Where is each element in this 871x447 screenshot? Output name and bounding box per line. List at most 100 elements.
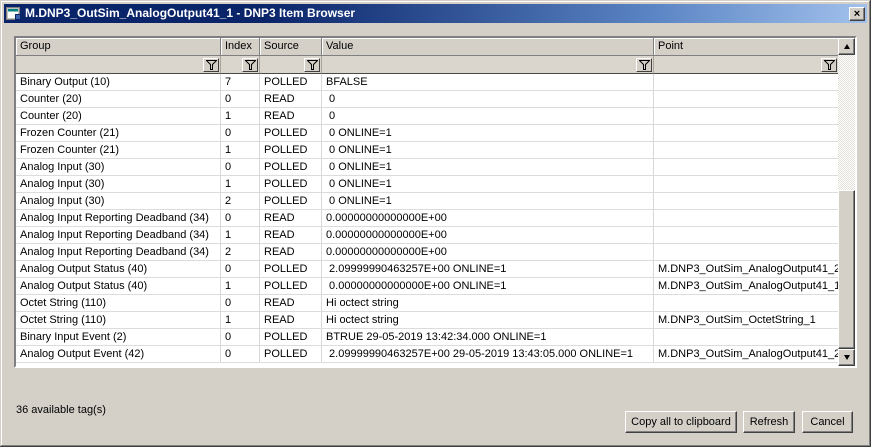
filter-button-group[interactable]: [203, 58, 219, 72]
filter-button-index[interactable]: [242, 58, 258, 72]
column-header-point[interactable]: Point: [654, 38, 838, 56]
dnp3-item-browser-dialog: M.DNP3_OutSim_AnalogOutput41_1 - DNP3 It…: [0, 0, 871, 447]
cell-source: POLLED: [260, 176, 322, 192]
cell-group: Frozen Counter (21): [16, 125, 221, 141]
table-row[interactable]: Frozen Counter (21) 0 POLLED 0 ONLINE=1: [16, 125, 838, 142]
cell-index: 1: [221, 227, 260, 243]
cell-value: 0 ONLINE=1: [322, 159, 654, 175]
cell-group: Counter (20): [16, 91, 221, 107]
funnel-icon: [307, 60, 318, 70]
filter-cell-group[interactable]: [16, 56, 221, 74]
column-header-group[interactable]: Group: [16, 38, 221, 56]
cell-value: Hi octect string: [322, 312, 654, 328]
funnel-icon: [206, 60, 217, 70]
filter-button-source[interactable]: [304, 58, 320, 72]
cell-source: READ: [260, 227, 322, 243]
vertical-scrollbar[interactable]: [838, 38, 855, 366]
filter-cell-point[interactable]: [654, 56, 838, 74]
table-header-row: Group Index Source Value Point: [16, 38, 838, 56]
table-row[interactable]: Analog Input (30) 0 POLLED 0 ONLINE=1: [16, 159, 838, 176]
filter-button-point[interactable]: [821, 58, 837, 72]
cell-source: POLLED: [260, 329, 322, 345]
table-row[interactable]: Octet String (110) 1 READ Hi octect stri…: [16, 312, 838, 329]
available-tags-status: 36 available tag(s): [16, 404, 106, 416]
cell-group: Analog Output Status (40): [16, 261, 221, 277]
cell-point: [654, 142, 838, 158]
scroll-up-button[interactable]: [838, 38, 855, 55]
table-row[interactable]: Analog Input (30) 2 POLLED 0 ONLINE=1: [16, 193, 838, 210]
table-body: Binary Output (10) 7 POLLED BFALSE Count…: [16, 74, 838, 366]
table-row[interactable]: Analog Output Status (40) 1 POLLED 0.000…: [16, 278, 838, 295]
triangle-up-icon: [844, 44, 850, 49]
cell-value: 0: [322, 108, 654, 124]
cell-group: Counter (20): [16, 108, 221, 124]
cell-group: Analog Output Status (40): [16, 278, 221, 294]
table-row[interactable]: Binary Input Event (2) 0 POLLED BTRUE 29…: [16, 329, 838, 346]
cell-index: 0: [221, 159, 260, 175]
application-window-icon: [6, 6, 22, 22]
cell-point: [654, 193, 838, 209]
cell-value: BTRUE 29-05-2019 13:42:34.000 ONLINE=1: [322, 329, 654, 345]
table-row[interactable]: Binary Output (10) 7 POLLED BFALSE: [16, 74, 838, 91]
filter-cell-index[interactable]: [221, 56, 260, 74]
cell-point: [654, 91, 838, 107]
table-row[interactable]: Frozen Counter (21) 1 POLLED 0 ONLINE=1: [16, 142, 838, 159]
cell-source: READ: [260, 244, 322, 260]
cell-source: POLLED: [260, 74, 322, 90]
cell-point: [654, 227, 838, 243]
scroll-down-button[interactable]: [838, 349, 855, 366]
cell-point: [654, 329, 838, 345]
column-header-value[interactable]: Value: [322, 38, 654, 56]
cell-index: 0: [221, 91, 260, 107]
cell-source: POLLED: [260, 142, 322, 158]
table-row[interactable]: Counter (20) 0 READ 0: [16, 91, 838, 108]
refresh-button[interactable]: Refresh: [743, 411, 795, 433]
table-row[interactable]: Analog Input (30) 1 POLLED 0 ONLINE=1: [16, 176, 838, 193]
cell-source: READ: [260, 210, 322, 226]
cell-source: POLLED: [260, 261, 322, 277]
cell-source: POLLED: [260, 278, 322, 294]
cell-group: Analog Input (30): [16, 193, 221, 209]
close-button[interactable]: ×: [849, 7, 865, 21]
cell-index: 1: [221, 108, 260, 124]
item-table: Group Index Source Value Point: [14, 36, 857, 368]
table-row[interactable]: Analog Input Reporting Deadband (34) 1 R…: [16, 227, 838, 244]
cell-source: READ: [260, 312, 322, 328]
cancel-button[interactable]: Cancel: [802, 411, 853, 433]
filter-cell-source[interactable]: [260, 56, 322, 74]
table-row[interactable]: Analog Input Reporting Deadband (34) 0 R…: [16, 210, 838, 227]
table-row[interactable]: Analog Input Reporting Deadband (34) 2 R…: [16, 244, 838, 261]
cell-point: [654, 125, 838, 141]
titlebar: M.DNP3_OutSim_AnalogOutput41_1 - DNP3 It…: [4, 4, 867, 23]
table-row[interactable]: Analog Output Event (42) 0 POLLED 2.0999…: [16, 346, 838, 363]
cell-point: [654, 244, 838, 260]
cell-source: READ: [260, 108, 322, 124]
column-header-index[interactable]: Index: [221, 38, 260, 56]
cell-point: [654, 74, 838, 90]
cell-value: 0 ONLINE=1: [322, 142, 654, 158]
funnel-icon: [245, 60, 256, 70]
cell-index: 2: [221, 244, 260, 260]
cell-source: READ: [260, 295, 322, 311]
scrollbar-thumb[interactable]: [838, 190, 855, 349]
cell-index: 7: [221, 74, 260, 90]
cell-value: 0.00000000000000E+00: [322, 227, 654, 243]
cell-source: POLLED: [260, 346, 322, 362]
cell-index: 0: [221, 346, 260, 362]
cell-value: 0.00000000000000E+00: [322, 244, 654, 260]
cell-index: 0: [221, 261, 260, 277]
cell-point: M.DNP3_OutSim_OctetString_1: [654, 312, 838, 328]
copy-all-to-clipboard-button[interactable]: Copy all to clipboard: [625, 411, 737, 433]
table-row[interactable]: Counter (20) 1 READ 0: [16, 108, 838, 125]
cell-group: Analog Input (30): [16, 176, 221, 192]
column-header-source[interactable]: Source: [260, 38, 322, 56]
cell-value: Hi octect string: [322, 295, 654, 311]
table-row[interactable]: Analog Output Status (40) 0 POLLED 2.099…: [16, 261, 838, 278]
filter-cell-value[interactable]: [322, 56, 654, 74]
table-row[interactable]: Octet String (110) 0 READ Hi octect stri…: [16, 295, 838, 312]
cell-index: 0: [221, 329, 260, 345]
cell-index: 1: [221, 312, 260, 328]
filter-button-value[interactable]: [636, 58, 652, 72]
cell-group: Binary Input Event (2): [16, 329, 221, 345]
cell-group: Frozen Counter (21): [16, 142, 221, 158]
